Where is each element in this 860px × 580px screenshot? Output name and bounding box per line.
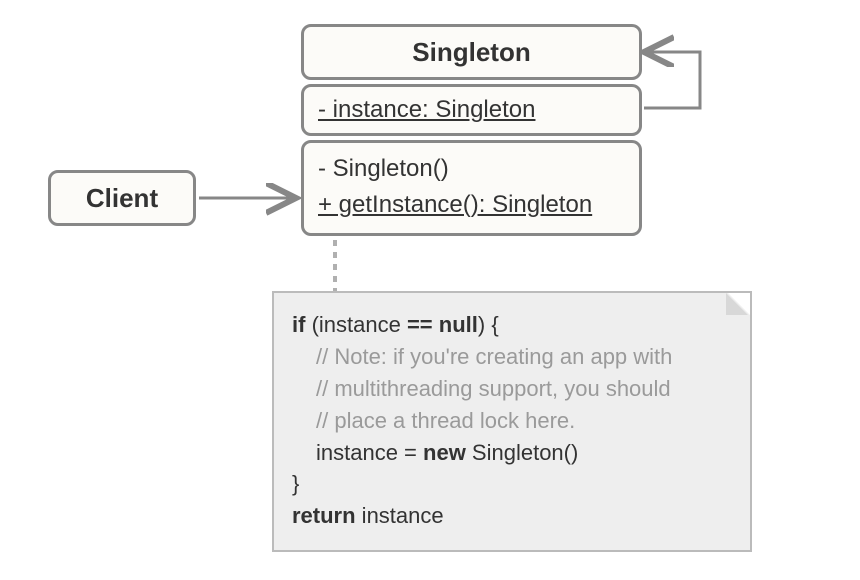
pseudocode-note: if (instance == null) { // Note: if you'… [272, 291, 752, 552]
singleton-class-name: Singleton [412, 37, 530, 68]
note-fold-shade [728, 293, 750, 315]
note-comment-2: // multithreading support, you should [292, 373, 732, 405]
singleton-attributes-compartment: - instance: Singleton [301, 84, 642, 136]
note-line-1: if (instance == null) { [292, 309, 732, 341]
note-comment-1: // Note: if you're creating an app with [292, 341, 732, 373]
client-label: Client [86, 183, 158, 214]
singleton-attribute-instance: - instance: Singleton [318, 96, 535, 124]
self-reference-arrow [644, 52, 700, 108]
singleton-constructor: - Singleton() [318, 151, 625, 187]
singleton-title-compartment: Singleton [301, 24, 642, 80]
note-line-5: instance = new Singleton() [292, 437, 732, 469]
client-class-box: Client [48, 170, 196, 226]
singleton-methods-compartment: - Singleton() + getInstance(): Singleton [301, 140, 642, 236]
note-comment-3: // place a thread lock here. [292, 405, 732, 437]
singleton-getinstance-method: + getInstance(): Singleton [318, 187, 625, 223]
note-line-6: } [292, 468, 732, 500]
note-line-7: return instance [292, 500, 732, 532]
singleton-class-box: Singleton - instance: Singleton - Single… [301, 24, 642, 236]
